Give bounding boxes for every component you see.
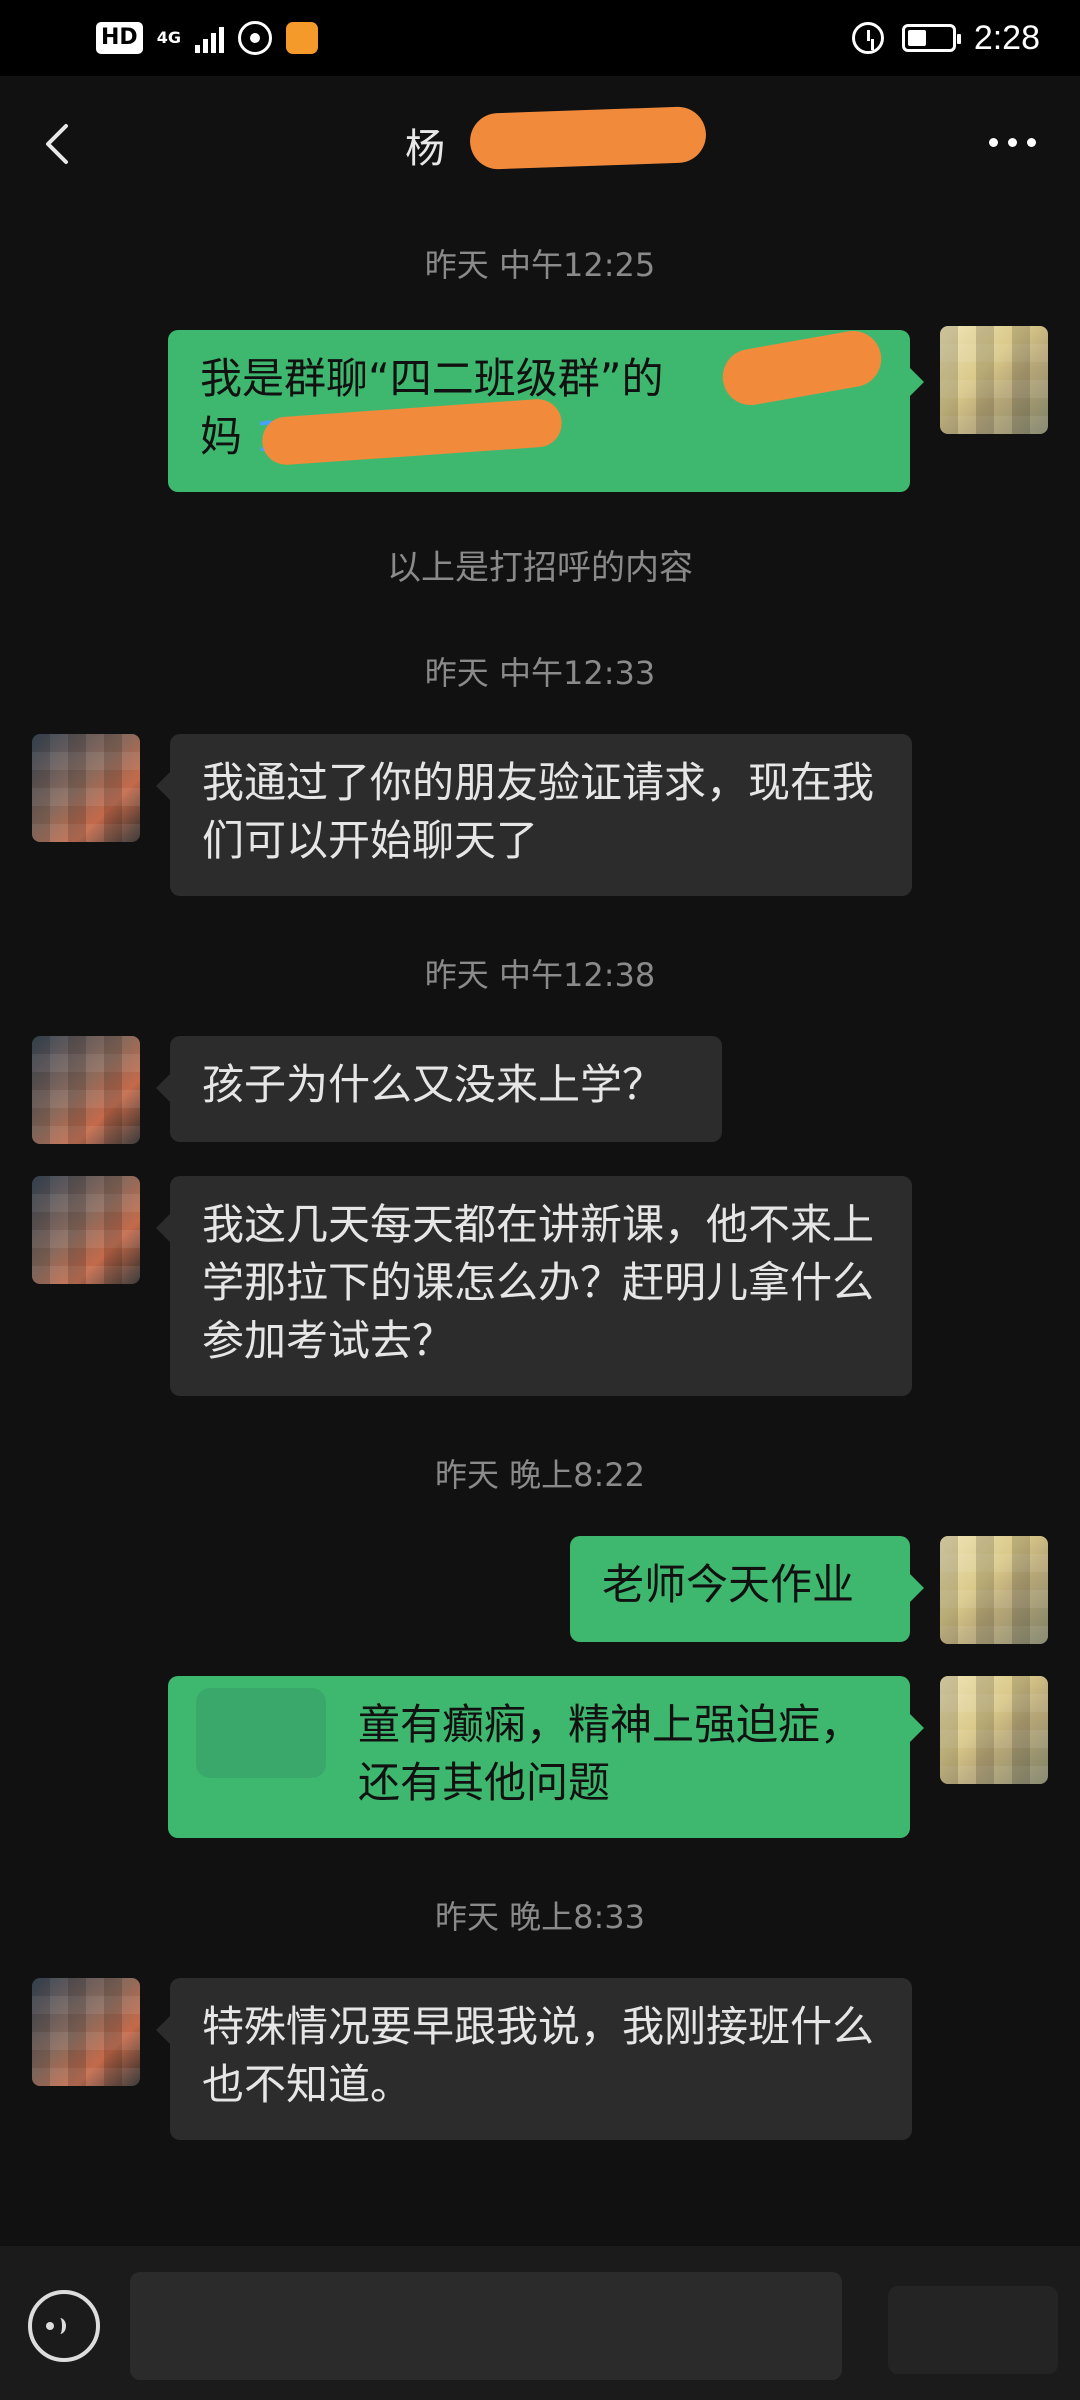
status-left: HD 4G <box>96 18 318 58</box>
app-notification-icon <box>285 22 318 54</box>
message-incoming[interactable]: 我这几天每天都在讲新课，他不来上学那拉下的课怎么办？赶明儿拿什么参加考试去？ <box>156 1176 912 1396</box>
timestamp: 昨天 中午12:33 <box>424 654 656 692</box>
redaction-mark <box>196 1688 326 1778</box>
contact-avatar[interactable] <box>32 1036 140 1144</box>
chat-header: 杨 <box>0 76 1080 212</box>
my-avatar[interactable] <box>940 1676 1048 1784</box>
my-avatar[interactable] <box>940 1536 1048 1644</box>
message-incoming[interactable]: 孩子为什么又没来上学？ <box>156 1036 722 1142</box>
network-label: 4G <box>156 28 181 47</box>
contact-avatar[interactable] <box>32 1978 140 2086</box>
system-notice: 以上是打招呼的内容 <box>387 548 693 588</box>
contact-avatar[interactable] <box>32 734 140 842</box>
voice-icon[interactable] <box>28 2290 100 2362</box>
status-bar: HD 4G 2:28 <box>0 0 1080 76</box>
timestamp: 昨天 中午12:25 <box>424 246 656 284</box>
message-text: 老师今天作业 <box>602 1560 855 1609</box>
alarm-icon <box>851 22 884 54</box>
timestamp: 昨天 晚上8:33 <box>434 1898 646 1936</box>
input-bar <box>0 2246 1080 2400</box>
message-input[interactable] <box>130 2272 842 2380</box>
message-text: 我通过了你的朋友验证请求，现在我们可以开始聊天了 <box>202 758 875 865</box>
hotspot-icon <box>237 21 272 55</box>
timestamp: 昨天 晚上8:22 <box>434 1456 646 1494</box>
message-outgoing[interactable]: 老师今天作业 <box>570 1536 924 1642</box>
status-time: 2:28 <box>973 18 1040 57</box>
hd-badge: HD <box>96 22 143 54</box>
contact-avatar[interactable] <box>32 1176 140 1284</box>
battery-icon <box>901 24 961 52</box>
status-right: 2:28 <box>851 14 1040 62</box>
message-text: 童有癫痫，精神上强迫症，还有其他问题 <box>358 1700 863 1807</box>
more-dots-icon[interactable] <box>989 138 1036 147</box>
message-text: 孩子为什么又没来上学？ <box>202 1060 665 1109</box>
timestamp: 昨天 中午12:38 <box>424 956 656 994</box>
message-incoming[interactable]: 特殊情况要早跟我说，我刚接班什么也不知道。 <box>156 1978 912 2140</box>
message-text: 特殊情况要早跟我说，我刚接班什么也不知道。 <box>202 2002 875 2109</box>
message-text-prefix: 妈 <box>200 412 256 461</box>
signal-icon <box>194 23 224 53</box>
message-text: 我这几天每天都在讲新课，他不来上学那拉下的课怎么办？赶明儿拿什么参加考试去？ <box>202 1200 875 1365</box>
emoji-and-more-buttons[interactable] <box>888 2286 1058 2374</box>
my-avatar[interactable] <box>940 326 1048 434</box>
chat-title-text: 杨 <box>405 126 445 172</box>
message-incoming[interactable]: 我通过了你的朋友验证请求，现在我们可以开始聊天了 <box>156 734 912 896</box>
title-redaction <box>469 105 707 171</box>
